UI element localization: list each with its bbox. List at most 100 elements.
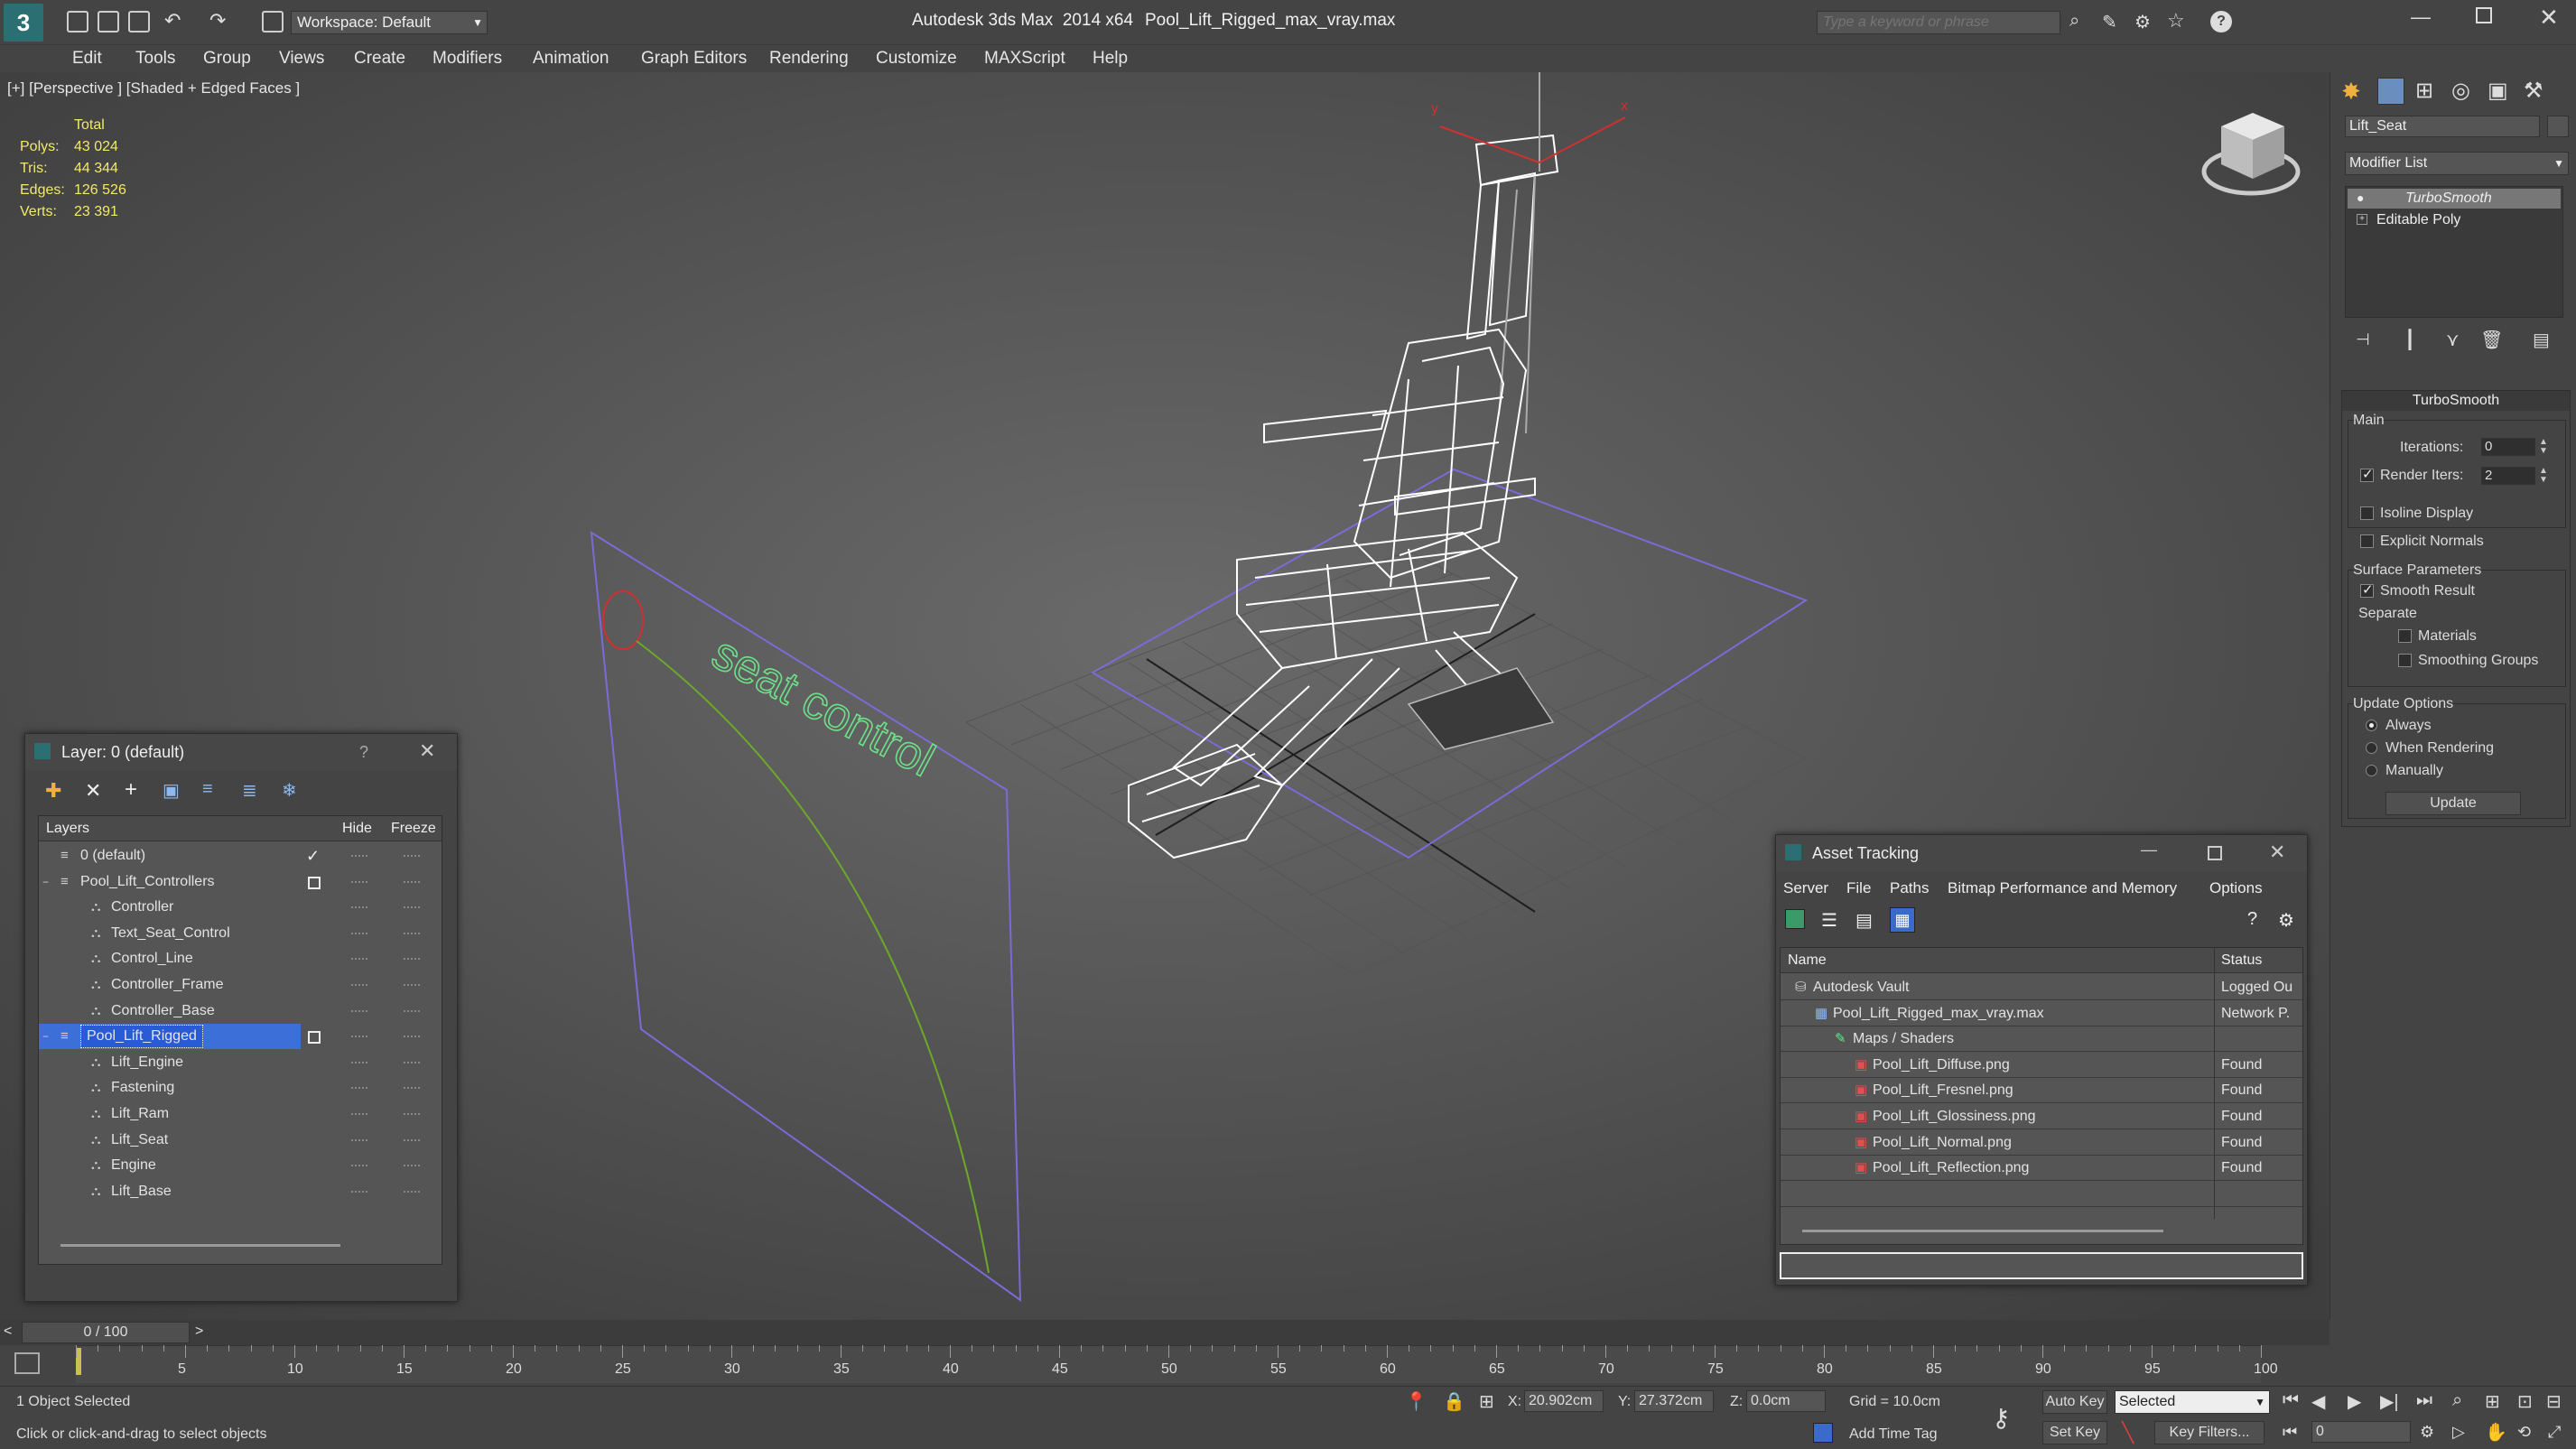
smoothing-groups-checkbox[interactable] [2398, 654, 2412, 667]
object-color-swatch[interactable] [2547, 116, 2569, 137]
update-always-radio[interactable] [2366, 720, 2377, 731]
asset-hscrollbar[interactable] [1802, 1230, 2163, 1232]
show-end-result-icon[interactable]: ┃ [2404, 329, 2415, 351]
grid-view-icon[interactable]: ▦ [1890, 907, 1915, 933]
table-view-icon[interactable]: ▤ [1855, 909, 1873, 932]
motion-tab-icon[interactable]: ◎ [2451, 78, 2470, 104]
maximize-button[interactable] [2476, 7, 2492, 23]
time-prev-arrow-icon[interactable]: < [4, 1324, 12, 1340]
go-to-start-icon[interactable]: ⏮ [2283, 1390, 2299, 1411]
time-tag-icon[interactable] [1813, 1423, 1833, 1443]
help-icon[interactable]: ? [2210, 11, 2232, 33]
search-input[interactable] [1818, 12, 2060, 33]
hide-toggle[interactable] [351, 984, 367, 986]
hide-toggle[interactable] [351, 1190, 367, 1193]
default-in-out-key-icon[interactable]: ⚷ [1992, 1403, 2011, 1433]
asset-row[interactable]: ⛁ Autodesk Vault Logged Ou [1781, 975, 2304, 1000]
select-in-layer-icon[interactable]: ▣ [163, 779, 180, 802]
isoline-display-checkbox[interactable] [2360, 506, 2374, 520]
layer-object-row[interactable]: ⛬ Controller [39, 895, 440, 920]
add-time-tag[interactable]: Add Time Tag [1849, 1426, 1938, 1443]
minimize-button[interactable]: — [2141, 841, 2157, 859]
x-coord-field[interactable]: 20.902cm [1524, 1390, 1604, 1412]
pan-view-icon[interactable]: ✋ [2485, 1421, 2507, 1444]
collapse-icon[interactable]: − [42, 869, 49, 895]
binoculars-icon[interactable]: ⌕ [2069, 11, 2079, 32]
pin-stack-icon[interactable]: ⊣ [2356, 330, 2370, 349]
spinner-arrows-icon[interactable]: ▲ ▼ [2539, 438, 2548, 456]
favorites-icon[interactable]: ☆ [2167, 9, 2185, 33]
freeze-toggle[interactable] [404, 1138, 420, 1141]
hide-toggle[interactable] [351, 880, 367, 883]
open-file-icon[interactable] [98, 11, 119, 33]
y-coord-field[interactable]: 27.372cm [1634, 1390, 1714, 1412]
menu-help[interactable]: Help [1093, 45, 1128, 72]
asset-menu-file[interactable]: File [1846, 875, 1871, 902]
freeze-toggle[interactable] [404, 1165, 420, 1167]
layer-row[interactable]: − ≡ Pool_Lift_Rigged [39, 1024, 420, 1050]
utilities-tab-icon[interactable]: ⚒ [2524, 78, 2543, 104]
hide-toggle[interactable] [351, 958, 367, 961]
lock-selection-icon[interactable]: 🔒 [1443, 1390, 1465, 1413]
stack-item-turbosmooth[interactable]: TurboSmooth [2348, 189, 2561, 209]
hide-toggle[interactable] [351, 1036, 367, 1038]
key-filters-button[interactable]: Key Filters... [2154, 1421, 2264, 1444]
asset-row[interactable]: ▣ Pool_Lift_Normal.png Found [1781, 1130, 2304, 1156]
play-icon[interactable]: ▶ [2348, 1390, 2361, 1413]
update-button[interactable]: Update [2385, 792, 2521, 815]
freeze-all-icon[interactable]: ❄ [282, 779, 297, 802]
asset-window-titlebar[interactable]: Asset Tracking — ✕ [1776, 835, 2307, 871]
col-layers[interactable]: Layers [46, 816, 89, 841]
asset-menu-options[interactable]: Options [2209, 875, 2263, 902]
freeze-toggle[interactable] [404, 984, 420, 986]
layer-window-help-button[interactable]: ? [359, 743, 368, 762]
previous-frame-icon[interactable]: ◀ [2311, 1390, 2325, 1413]
menu-graph-editors[interactable]: Graph Editors [641, 45, 747, 72]
maximize-button[interactable] [2208, 846, 2222, 860]
delete-layer-icon[interactable]: ✕ [85, 779, 101, 803]
time-config-icon[interactable]: ⚙ [2420, 1423, 2434, 1442]
asset-row[interactable]: ▣ Pool_Lift_Diffuse.png Found [1781, 1053, 2304, 1078]
maximize-viewport-icon[interactable]: ⤢ [2548, 1423, 2561, 1442]
object-name-field[interactable]: Lift_Seat [2345, 116, 2540, 137]
rollout-header[interactable]: TurboSmooth [2342, 391, 2570, 411]
workspace-dropdown[interactable]: Workspace: Default ▼ [291, 11, 488, 34]
asset-row[interactable]: ▣ Pool_Lift_Reflection.png Found [1781, 1156, 2304, 1182]
hide-all-icon[interactable]: ≣ [242, 779, 257, 802]
freeze-toggle[interactable] [404, 906, 420, 909]
freeze-toggle[interactable] [404, 958, 420, 961]
go-to-end-icon[interactable]: ⏭ [2416, 1390, 2432, 1411]
set-key-icon[interactable]: ╲ [2122, 1421, 2134, 1444]
display-tab-icon[interactable]: ▣ [2488, 78, 2508, 104]
key-mode-toggle-icon[interactable]: ⏮ [2283, 1423, 2297, 1442]
update-when-rendering-radio[interactable] [2366, 742, 2377, 754]
hide-toggle[interactable] [351, 855, 367, 857]
asset-row[interactable]: ▣ Pool_Lift_Glossiness.png Found [1781, 1104, 2304, 1129]
zoom-all-icon[interactable]: ⊞ [2485, 1390, 2500, 1413]
close-icon[interactable]: ✕ [419, 739, 435, 763]
layer-object-row[interactable]: ⛬ Engine [39, 1153, 440, 1178]
layer-window-titlebar[interactable]: Layer: 0 (default) ? ✕ [25, 734, 457, 770]
new-layer-icon[interactable]: ✚ [45, 779, 61, 803]
col-name[interactable]: Name [1788, 948, 1827, 973]
layer-object-row[interactable]: ⛬ Lift_Base [39, 1179, 440, 1204]
col-freeze[interactable]: Freeze [391, 816, 436, 841]
render-iters-checkbox[interactable] [2360, 466, 2374, 482]
layer-hscrollbar[interactable] [60, 1244, 340, 1247]
menu-edit[interactable]: Edit [72, 45, 102, 72]
redo-icon[interactable]: ↷ [209, 9, 226, 33]
modifier-list-dropdown[interactable]: Modifier List ▼ [2345, 152, 2569, 175]
asset-menu-server[interactable]: Server [1783, 875, 1828, 902]
asset-path-field[interactable] [1780, 1252, 2303, 1279]
update-manually-radio[interactable] [2366, 765, 2377, 776]
freeze-toggle[interactable] [404, 1113, 420, 1115]
minimize-button[interactable]: — [2411, 5, 2431, 29]
hide-toggle[interactable] [351, 906, 367, 909]
menu-rendering[interactable]: Rendering [769, 45, 849, 72]
active-layer-check-icon[interactable]: ✓ [306, 843, 320, 868]
hide-toggle[interactable] [351, 1138, 367, 1141]
asset-row[interactable]: ▣ Pool_Lift_Fresnel.png Found [1781, 1078, 2304, 1104]
time-slider[interactable]: < 0 / 100 > [0, 1320, 2330, 1345]
freeze-toggle[interactable] [404, 1087, 420, 1090]
menu-animation[interactable]: Animation [533, 45, 609, 72]
